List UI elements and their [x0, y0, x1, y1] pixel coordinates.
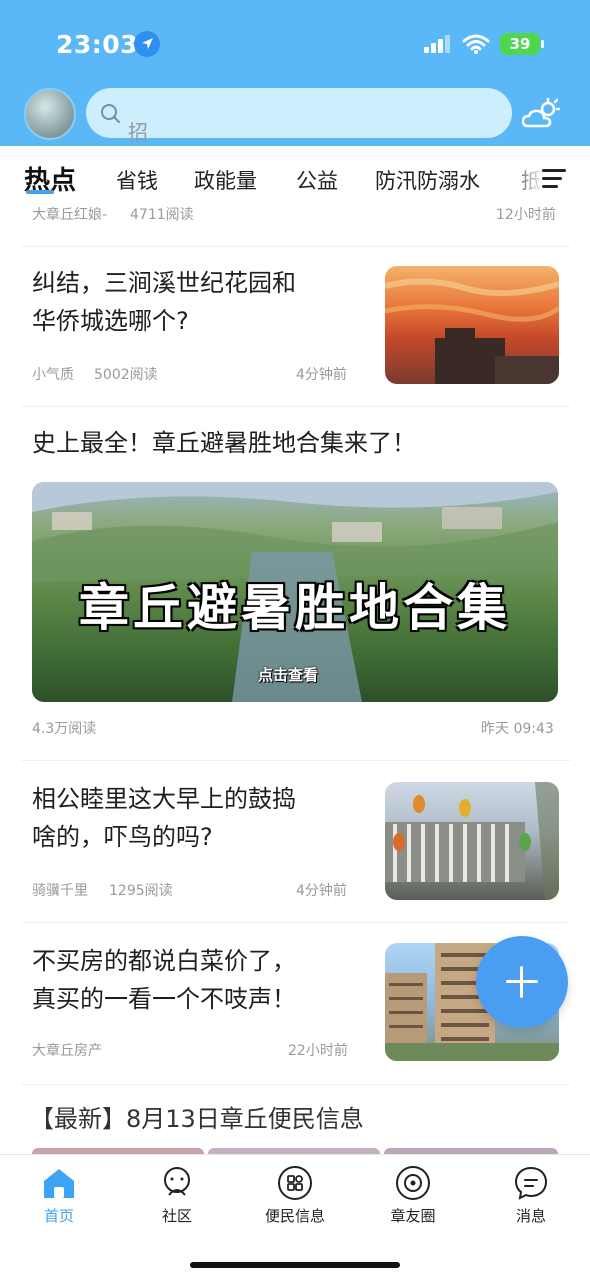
battery-tip — [541, 40, 544, 48]
category-tabs: 热点 省钱 政能量 公益 防汛防溺水 抵 — [0, 146, 590, 206]
feature-image-caption: 章丘避暑胜地合集 — [79, 579, 511, 637]
news-title: 啥的，吓鸟的吗? — [32, 823, 213, 851]
weather-icon[interactable] — [521, 96, 561, 136]
plus-icon-vertical — [520, 966, 523, 998]
news-author: 小气质 — [32, 367, 74, 383]
news-time: 昨天 09:43 — [481, 721, 554, 737]
news-author: 大章丘房产 — [32, 1043, 102, 1059]
active-tab-indicator — [26, 190, 54, 194]
divider — [22, 246, 570, 247]
tab-public-welfare[interactable]: 公益 — [296, 165, 338, 195]
nav-label: 首页 — [43, 1207, 74, 1225]
news-thumbnail — [385, 782, 559, 900]
partial-reads: 4711阅读 — [130, 207, 194, 223]
search-placeholder: 招 — [128, 120, 148, 144]
community-icon — [159, 1165, 195, 1201]
partial-author: 大章丘红娘- — [32, 207, 108, 223]
location-arrow-icon — [134, 31, 160, 57]
news-title: 相公睦里这大早上的鼓捣 — [32, 785, 296, 813]
home-icon — [41, 1165, 77, 1201]
nav-friends-circle[interactable]: 章友圈 — [354, 1155, 472, 1235]
news-time: 4分钟前 — [296, 367, 347, 383]
news-title: 真买的一看一个不吱声！ — [32, 985, 296, 1013]
tab-flood-prevention[interactable]: 防汛防溺水 — [375, 165, 480, 195]
nav-community[interactable]: 社区 — [118, 1155, 236, 1235]
nav-messages[interactable]: 消息 — [472, 1155, 590, 1235]
battery-indicator: 39 — [500, 33, 540, 55]
news-title: 纠结，三涧溪世纪花园和 — [32, 269, 296, 297]
news-reads: 4.3万阅读 — [32, 721, 97, 737]
feature-image-subcaption: 点击查看 — [258, 666, 319, 684]
search-input[interactable]: 招 — [86, 88, 512, 144]
news-time: 22小时前 — [288, 1043, 348, 1059]
user-avatar[interactable] — [24, 88, 76, 140]
nav-services[interactable]: 便民信息 — [236, 1155, 354, 1235]
nav-home[interactable]: 首页 — [0, 1155, 118, 1235]
divider — [22, 1084, 570, 1085]
message-icon — [513, 1165, 549, 1201]
news-title: 不买房的都说白菜价了， — [32, 947, 296, 975]
news-author: 骑骥千里 — [32, 883, 88, 899]
partial-news-title[interactable]: 【最新】8月13日章丘便民信息 — [30, 1100, 364, 1138]
news-title: 史上最全！章丘避暑胜地合集来了！ — [32, 429, 416, 457]
partial-time: 12小时前 — [496, 207, 556, 223]
news-reads: 1295阅读 — [109, 883, 173, 899]
divider — [22, 406, 570, 407]
nav-label: 章友圈 — [390, 1207, 436, 1225]
tab-fade — [505, 148, 545, 204]
divider — [22, 922, 570, 923]
tab-positive-energy[interactable]: 政能量 — [194, 165, 257, 195]
news-time: 4分钟前 — [296, 883, 347, 899]
status-time: 23:03 — [56, 30, 139, 59]
nav-label: 便民信息 — [264, 1207, 325, 1225]
news-feature-image: 章丘避暑胜地合集 点击查看 — [32, 482, 558, 702]
search-icon — [100, 103, 122, 129]
nav-label: 社区 — [161, 1207, 192, 1225]
news-title: 华侨城选哪个? — [32, 307, 189, 335]
wifi-icon — [462, 33, 490, 59]
tab-save-money[interactable]: 省钱 — [116, 165, 158, 195]
post-button[interactable] — [476, 936, 568, 1028]
news-reads: 5002阅读 — [94, 367, 158, 383]
menu-icon[interactable] — [542, 169, 566, 193]
home-indicator — [190, 1262, 400, 1268]
grid-icon — [277, 1165, 313, 1201]
news-thumbnail — [385, 266, 559, 384]
divider — [22, 760, 570, 761]
app-header: 23:03 39 招 — [0, 0, 590, 146]
signal-icon — [424, 35, 450, 53]
nav-label: 消息 — [515, 1207, 546, 1225]
circle-icon — [395, 1165, 431, 1201]
